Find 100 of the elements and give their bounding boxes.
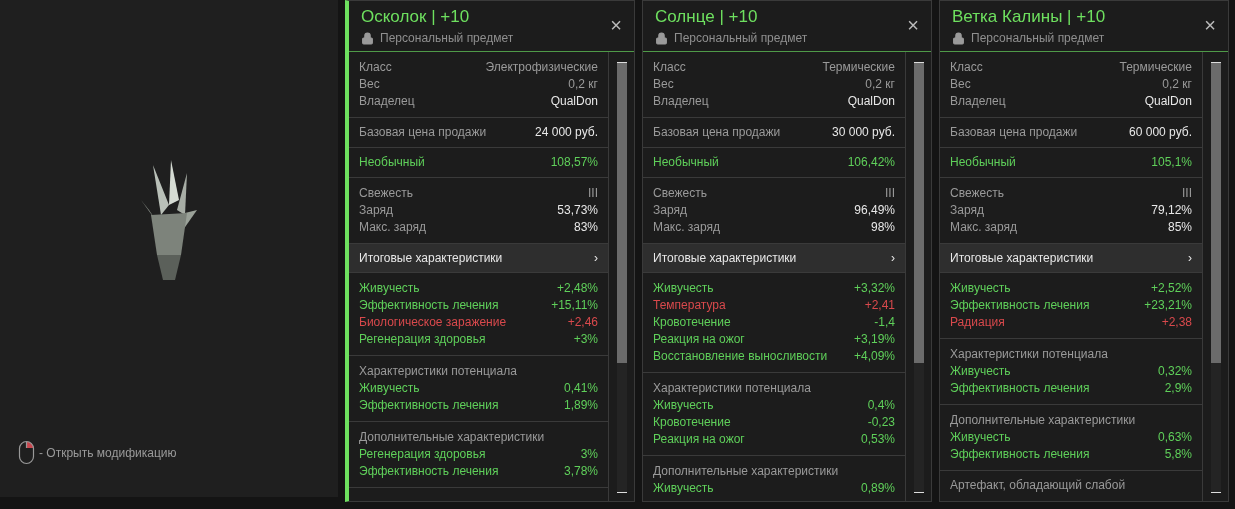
stat-value: 85%	[1167, 219, 1192, 236]
mouse-icon	[18, 440, 35, 465]
stat-value: 0,32%	[1157, 363, 1192, 380]
stat-label: Эффективность лечения	[950, 446, 1090, 463]
stat-value: 0,63%	[1157, 429, 1192, 446]
stat-value: +15,11%	[551, 297, 598, 314]
stat-label: Свежесть	[653, 185, 707, 202]
stat-value: III	[588, 185, 598, 202]
section-heading: Характеристики потенциала	[359, 363, 518, 380]
stat-value: +23,21%	[1144, 297, 1192, 314]
close-button[interactable]: ×	[610, 13, 622, 37]
item-title: Ветка Калины | +10	[952, 6, 1106, 28]
section-heading: Характеристики потенциала	[950, 346, 1109, 363]
stat-label: Класс	[950, 59, 983, 76]
stat-value: +4,09%	[853, 348, 895, 365]
stat-label: Живучесть	[950, 363, 1011, 380]
stat-value: +2,48%	[556, 280, 598, 297]
stat-value: 1,89%	[563, 397, 598, 414]
stat-label: Макс. заряд	[950, 219, 1018, 236]
stat-value: +2,46	[567, 314, 598, 331]
stat-value: 98%	[870, 219, 895, 236]
stat-value: QualDon	[847, 93, 895, 110]
stat-label: Живучесть	[950, 280, 1011, 297]
stat-value: 3%	[580, 446, 598, 463]
stat-label: Вес	[359, 76, 380, 93]
stat-label: Необычный	[359, 154, 425, 171]
lock-icon	[655, 31, 668, 45]
stat-value: 30 000 руб.	[832, 124, 895, 141]
item-subtitle: Персональный предмет	[674, 30, 808, 47]
stat-value: +2,41	[864, 297, 895, 314]
stat-label: Эффективность лечения	[359, 297, 499, 314]
lock-icon	[952, 31, 965, 45]
stat-label: Кровотечение	[653, 414, 731, 431]
stat-value: +3,32%	[853, 280, 895, 297]
stat-value: 0,41%	[563, 380, 598, 397]
stat-label: Живучесть	[653, 280, 714, 297]
item-subtitle: Персональный предмет	[971, 30, 1105, 47]
stat-label: Заряд	[359, 202, 393, 219]
stat-label: Базовая цена продажи	[950, 124, 1078, 141]
stat-label: Макс. заряд	[359, 219, 427, 236]
item-title: Осколок | +10	[361, 6, 471, 28]
stat-label: Эффективность лечения	[950, 380, 1090, 397]
stat-label: Радиация	[950, 314, 1005, 331]
item-title: Солнце | +10	[655, 6, 759, 28]
stat-value: 0,2 кг	[568, 76, 598, 93]
stat-label: Базовая цена продажи	[359, 124, 487, 141]
stat-label: Заряд	[950, 202, 984, 219]
lock-icon	[361, 31, 374, 45]
section-heading: Дополнительные характеристики	[950, 412, 1137, 429]
stat-value: 0,53%	[860, 431, 895, 448]
close-button[interactable]: ×	[1204, 13, 1216, 37]
stat-value: 0,2 кг	[865, 76, 895, 93]
stat-value: Термические	[1119, 59, 1192, 76]
stat-value: +3%	[573, 331, 598, 348]
stat-value: Термические	[822, 59, 895, 76]
stat-value: III	[885, 185, 895, 202]
stat-value: -1,4	[874, 314, 895, 331]
stat-label: Базовая цена продажи	[653, 124, 781, 141]
summary-button[interactable]: Итоговые характеристики ›	[643, 244, 905, 273]
stat-label: Класс	[653, 59, 686, 76]
stat-label: Эффективность лечения	[359, 397, 499, 414]
stat-value: +3,19%	[853, 331, 895, 348]
stat-value: 53,73%	[557, 202, 598, 219]
stat-value: 108,57%	[550, 154, 598, 171]
stat-label: Свежесть	[950, 185, 1004, 202]
stat-value: 83%	[573, 219, 598, 236]
stat-label: Живучесть	[359, 280, 420, 297]
summary-button[interactable]: Итоговые характеристики ›	[349, 244, 608, 273]
summary-button[interactable]: Итоговые характеристики ›	[940, 244, 1202, 273]
stat-label: Реакция на ожог	[653, 431, 745, 448]
stat-label: Владелец	[653, 93, 709, 110]
stat-label: Свежесть	[359, 185, 413, 202]
stat-label: Биологическое заражение	[359, 314, 507, 331]
stat-label: Владелец	[359, 93, 415, 110]
stat-label: Живучесть	[653, 397, 714, 414]
stat-value: 60 000 руб.	[1129, 124, 1192, 141]
stat-label: Живучесть	[950, 429, 1011, 446]
stat-label: Эффективность лечения	[950, 297, 1090, 314]
stat-value: 106,42%	[847, 154, 895, 171]
stat-label: Вес	[653, 76, 674, 93]
stat-label: Вес	[950, 76, 971, 93]
stat-label: Заряд	[653, 202, 687, 219]
stat-value: 2,9%	[1164, 380, 1192, 397]
stat-value: -0,23	[867, 414, 895, 431]
stat-value: 105,1%	[1151, 154, 1192, 171]
section-heading: Дополнительные характеристики	[359, 429, 546, 446]
stat-label: Необычный	[653, 154, 719, 171]
close-button[interactable]: ×	[907, 13, 919, 37]
stat-label: Живучесть	[653, 480, 714, 497]
stat-value: 3,78%	[563, 463, 598, 480]
stat-label: Необычный	[950, 154, 1016, 171]
stat-value: III	[1182, 185, 1192, 202]
hint-text: - Открыть модификацию	[39, 444, 177, 462]
stat-label: Класс	[359, 59, 392, 76]
stat-label: Макс. заряд	[653, 219, 721, 236]
stat-label: Регенерация здоровья	[359, 446, 486, 463]
stat-value: 96,49%	[854, 202, 895, 219]
stat-value: 79,12%	[1151, 202, 1192, 219]
stat-label: Температура	[653, 297, 726, 314]
stat-value: 0,2 кг	[1162, 76, 1192, 93]
